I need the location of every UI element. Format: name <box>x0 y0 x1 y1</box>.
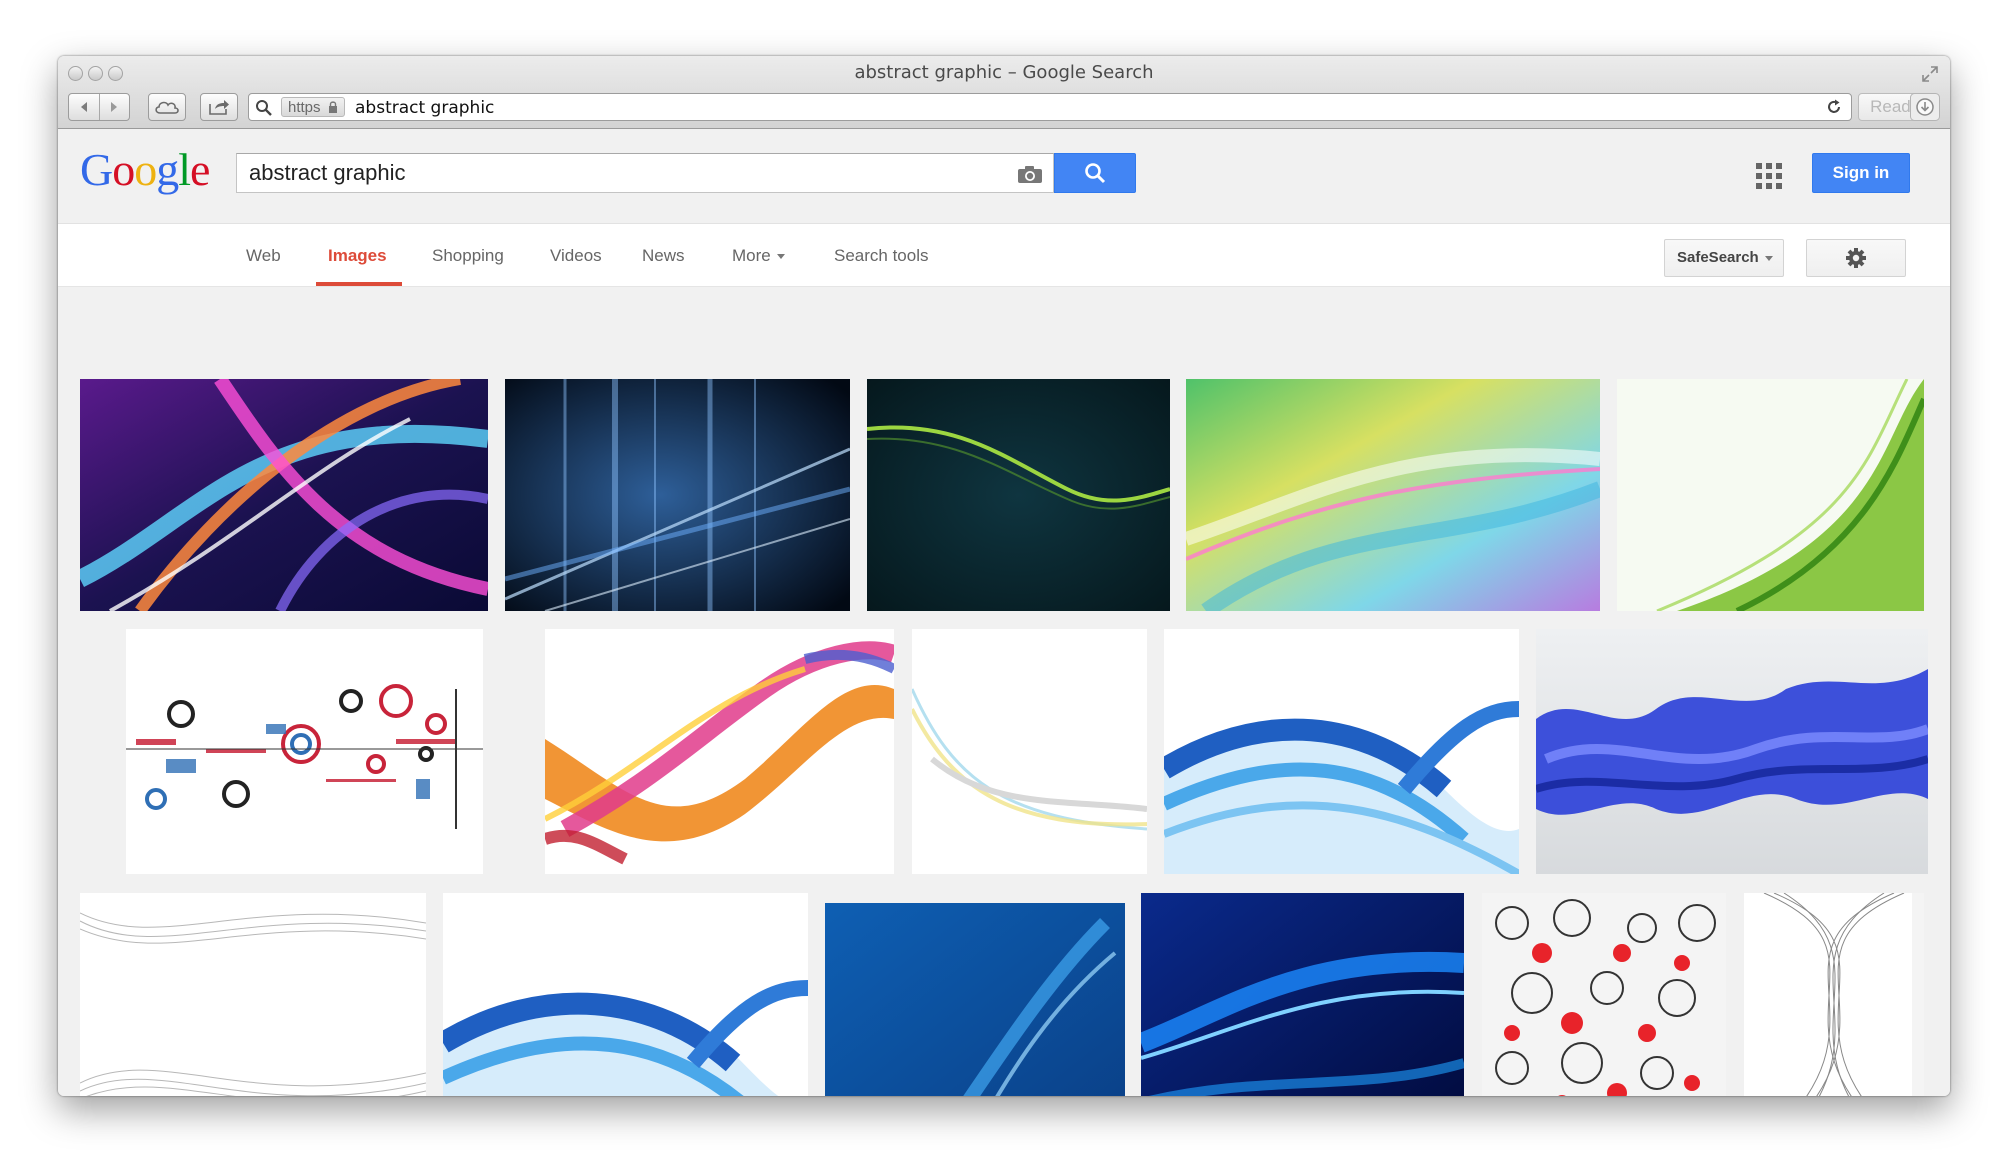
tab-videos[interactable]: Videos <box>550 246 602 266</box>
grey-waves-image <box>80 893 426 1096</box>
url-scheme: https <box>288 99 321 116</box>
image-result-16[interactable] <box>1744 893 1924 1096</box>
image-result-7[interactable] <box>545 629 894 874</box>
back-forward-buttons <box>68 93 130 121</box>
gear-icon <box>1846 248 1866 268</box>
forward-button[interactable] <box>100 94 130 120</box>
search-icon <box>256 100 272 116</box>
purple-neon-image <box>80 379 488 611</box>
logo-letter: G <box>80 144 113 195</box>
logo-letter: e <box>190 144 210 195</box>
share-button[interactable] <box>200 93 238 121</box>
share-icon <box>209 100 229 115</box>
tab-images[interactable]: Images <box>328 246 387 266</box>
image-result-10[interactable] <box>1536 629 1928 874</box>
image-result-9[interactable] <box>1164 629 1519 874</box>
pastel-rainbow-image <box>1186 379 1600 611</box>
deep-blue-wave-image <box>1141 893 1464 1096</box>
image-result-11[interactable] <box>80 893 426 1096</box>
sign-in-button[interactable]: Sign in <box>1812 153 1910 193</box>
fullscreen-icon[interactable] <box>1920 64 1940 84</box>
pattern-image <box>1482 893 1726 1096</box>
downloads-icon[interactable] <box>1910 93 1940 121</box>
search-input[interactable] <box>249 160 969 186</box>
blue-wave-dots-image <box>1164 629 1519 874</box>
image-result-13[interactable] <box>825 903 1125 1096</box>
browser-toolbar: abstract graphic – Google Search https a… <box>58 56 1950 129</box>
image-result-5[interactable] <box>1617 379 1924 611</box>
back-button[interactable] <box>69 94 100 120</box>
back-arrow-icon <box>80 102 87 112</box>
google-header: Google Sign in <box>58 129 1950 224</box>
image-result-15[interactable] <box>1482 893 1726 1096</box>
green-swoosh-image <box>1617 379 1924 611</box>
logo-letter: o <box>134 144 157 195</box>
tab-shopping[interactable]: Shopping <box>432 246 504 266</box>
grey-spiral-image <box>1744 893 1924 1096</box>
search-button[interactable] <box>1054 153 1136 193</box>
image-result-3[interactable] <box>867 379 1170 611</box>
icloud-tabs-button[interactable] <box>148 93 186 121</box>
tab-news[interactable]: News <box>642 246 685 266</box>
safesearch-button[interactable]: SafeSearch <box>1664 239 1784 277</box>
https-badge: https <box>281 97 345 117</box>
logo-letter: o <box>112 144 135 195</box>
dark-green-wave-image <box>867 379 1170 611</box>
active-tab-indicator <box>316 282 402 286</box>
image-result-14[interactable] <box>1141 893 1464 1096</box>
apps-grid-icon[interactable] <box>1756 163 1782 189</box>
image-results-grid <box>58 287 1950 1096</box>
camera-icon[interactable] <box>1017 164 1043 184</box>
image-result-12[interactable] <box>443 893 808 1096</box>
tab-more-label: More <box>732 246 771 265</box>
image-result-4[interactable] <box>1186 379 1600 611</box>
settings-button[interactable] <box>1806 239 1906 277</box>
google-logo[interactable]: Google <box>80 143 210 196</box>
circles-collage-image <box>126 629 483 874</box>
address-bar[interactable]: https abstract graphic <box>248 93 1852 121</box>
browser-window: abstract graphic – Google Search https a… <box>58 56 1950 1096</box>
tab-more[interactable]: More <box>732 246 785 266</box>
safesearch-label: SafeSearch <box>1677 249 1759 266</box>
chevron-down-icon <box>776 254 785 260</box>
search-box <box>236 153 1054 193</box>
blue-wave-dots-image-2 <box>443 893 808 1096</box>
pink-orange-wave-image <box>545 629 894 874</box>
search-tools-button[interactable]: Search tools <box>834 246 929 266</box>
chevron-down-icon <box>1764 255 1773 261</box>
search-tabs-bar: Web Images Shopping Videos News More Sea… <box>58 224 1950 287</box>
faint-lines-image <box>912 629 1147 874</box>
lock-icon <box>328 101 337 113</box>
magnifier-icon <box>1085 163 1106 184</box>
cloud-icon <box>155 101 179 114</box>
logo-letter: l <box>178 144 191 195</box>
forward-arrow-icon <box>111 102 118 112</box>
image-result-8[interactable] <box>912 629 1147 874</box>
blue-smoke-image <box>1536 629 1928 874</box>
dark-blue-streaks-image <box>505 379 850 611</box>
blue-light-streak-image <box>825 903 1125 1096</box>
image-result-6[interactable] <box>126 629 483 874</box>
url-text[interactable]: abstract graphic <box>355 98 494 118</box>
tab-web[interactable]: Web <box>246 246 281 266</box>
image-result-1[interactable] <box>80 379 488 611</box>
reload-icon[interactable] <box>1825 98 1843 116</box>
logo-letter: g <box>156 144 179 195</box>
image-result-2[interactable] <box>505 379 850 611</box>
window-title: abstract graphic – Google Search <box>854 62 1154 83</box>
